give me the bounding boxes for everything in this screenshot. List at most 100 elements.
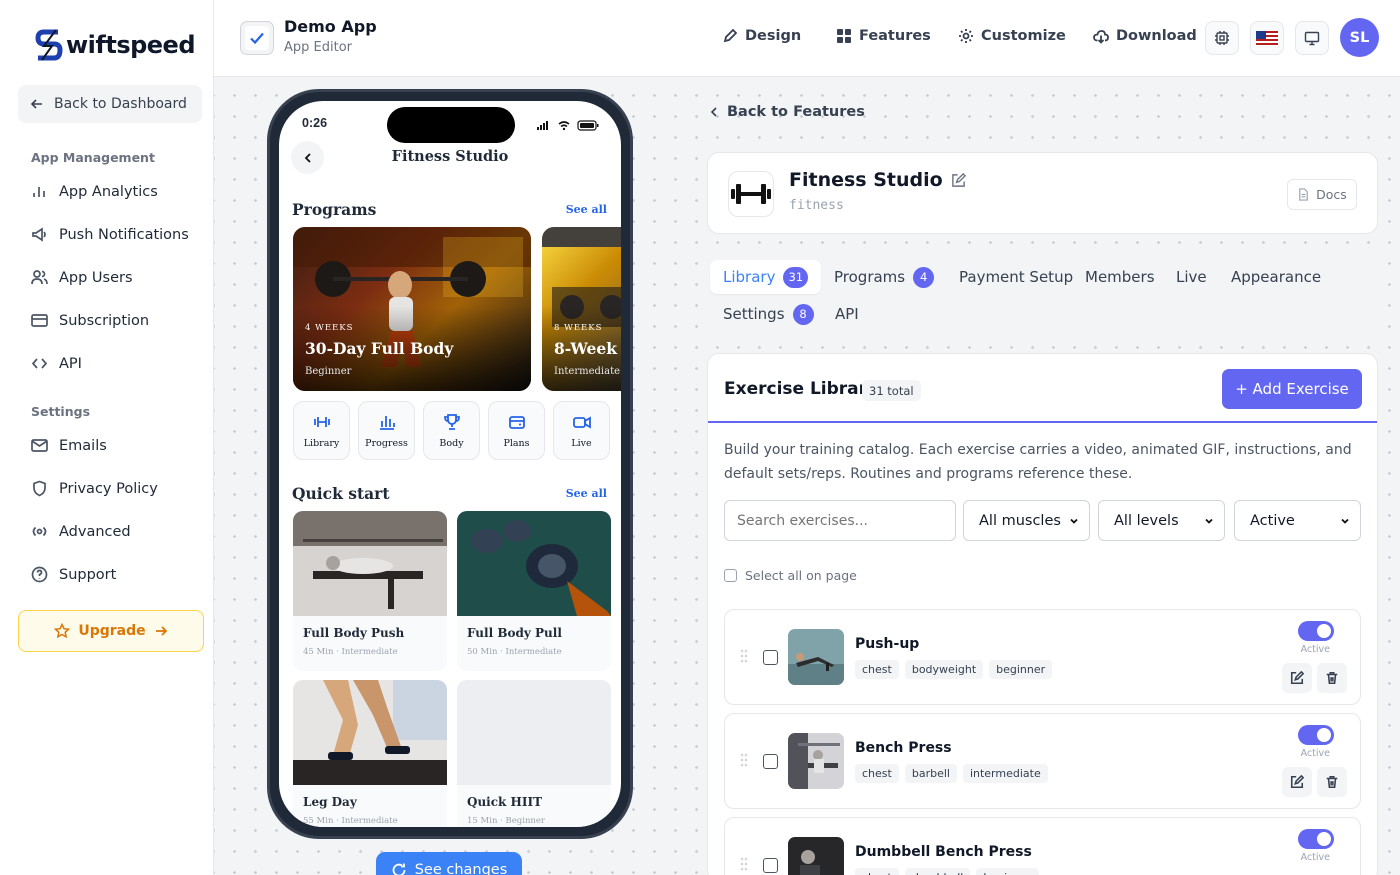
exercise-thumbnail <box>788 733 844 789</box>
active-toggle[interactable] <box>1298 829 1334 849</box>
docs-button[interactable]: Docs <box>1287 179 1357 210</box>
upgrade-button[interactable]: Upgrade <box>18 610 204 652</box>
feature-tabs: Library 31 Programs 4 Payment Setup Memb… <box>707 257 1378 335</box>
exercise-checkbox[interactable] <box>763 858 778 873</box>
app-icon[interactable] <box>240 21 274 55</box>
nav-download[interactable]: Download <box>1093 28 1197 44</box>
trash-icon <box>1326 775 1338 789</box>
shield-icon <box>33 480 46 497</box>
sidebar-item-label: API <box>59 355 82 372</box>
drag-handle-icon[interactable] <box>740 753 748 767</box>
sidebar-item-api[interactable]: API <box>31 355 82 372</box>
add-exercise-button[interactable]: + Add Exercise <box>1222 369 1362 409</box>
delete-exercise-button[interactable] <box>1317 767 1347 797</box>
back-to-dashboard-button[interactable]: Back to Dashboard <box>18 85 202 123</box>
tab-label: Programs <box>834 268 906 286</box>
tile-label: Progress <box>365 438 408 449</box>
sidebar-item-label: Advanced <box>59 523 131 540</box>
status-filter-select[interactable]: Active <box>1234 500 1361 541</box>
active-toggle[interactable] <box>1298 621 1334 641</box>
see-changes-button[interactable]: See changes <box>376 852 522 875</box>
sidebar-item-subscription[interactable]: Subscription <box>31 312 149 329</box>
exercise-name: Dumbbell Bench Press <box>855 844 1032 860</box>
quick-name: Leg Day <box>303 795 357 809</box>
program-card[interactable]: 8 WEEKS 8-Week Pu Intermediate <box>542 227 621 391</box>
program-name: 8-Week Pu <box>554 339 621 358</box>
exercise-thumbnail <box>788 629 844 685</box>
brand-logo[interactable]: wiftspeed <box>34 28 196 62</box>
sidebar-item-privacy-policy[interactable]: Privacy Policy <box>31 480 158 497</box>
tile-label: Library <box>303 438 340 449</box>
program-card[interactable]: 4 WEEKS 30-Day Full Body Beginner <box>293 227 531 391</box>
nav-design[interactable]: Design <box>722 28 801 44</box>
exercise-tags: chest dumbbell beginner <box>855 868 1040 875</box>
drag-handle-icon[interactable] <box>740 857 748 871</box>
help-icon <box>31 566 48 583</box>
tile-live[interactable]: Live <box>553 401 610 460</box>
edit-icon[interactable] <box>951 172 966 188</box>
tile-progress[interactable]: Progress <box>358 401 415 460</box>
select-all-checkbox[interactable]: Select all on page <box>724 568 857 583</box>
search-exercises-input[interactable] <box>724 500 956 541</box>
tab-live[interactable]: Live <box>1176 260 1207 294</box>
tab-programs[interactable]: Programs 4 <box>834 260 935 294</box>
quick-card[interactable]: Full Body Push 45 Min · Intermediate <box>293 511 447 671</box>
muscle-filter-select[interactable]: All muscles <box>963 500 1090 541</box>
quick-meta: 15 Min · Beginner <box>467 816 545 826</box>
tag: chest <box>855 660 899 679</box>
edit-exercise-button[interactable] <box>1282 767 1312 797</box>
sidebar-item-emails[interactable]: Emails <box>31 437 107 454</box>
exercise-checkbox[interactable] <box>763 650 778 665</box>
tag: barbell <box>904 764 957 783</box>
exercise-row: Dumbbell Bench Press chest dumbbell begi… <box>724 817 1361 875</box>
tab-members[interactable]: Members <box>1085 260 1155 294</box>
tab-payment-setup[interactable]: Payment Setup <box>959 260 1073 294</box>
sidebar-item-label: Subscription <box>59 312 150 329</box>
exercise-tags: chest barbell intermediate <box>855 764 1048 783</box>
tile-label: Live <box>571 438 592 449</box>
active-toggle[interactable] <box>1298 725 1334 745</box>
tab-settings[interactable]: Settings 8 <box>723 297 814 331</box>
tab-badge: 4 <box>913 266 935 288</box>
back-to-features-link[interactable]: Back to Features <box>709 104 865 120</box>
sidebar-item-push-notifications[interactable]: Push Notifications <box>31 226 189 243</box>
quick-card[interactable]: Leg Day 55 Min · Intermediate <box>293 680 447 827</box>
logo-mark-icon <box>35 29 63 61</box>
drag-handle-icon[interactable] <box>740 649 748 663</box>
chevron-left-icon <box>710 107 717 117</box>
sidebar-item-app-analytics[interactable]: App Analytics <box>31 183 158 200</box>
preview-device-button[interactable] <box>1295 21 1329 55</box>
dumbbell-icon <box>731 184 771 204</box>
level-filter-select[interactable]: All levels <box>1098 500 1225 541</box>
toggle-label: Active <box>1300 748 1330 759</box>
quick-card[interactable]: Quick HIIT 15 Min · Beginner <box>457 680 611 827</box>
nav-customize[interactable]: Customize <box>958 28 1066 44</box>
ai-chip-button[interactable] <box>1205 21 1239 55</box>
exercise-checkbox[interactable] <box>763 754 778 769</box>
sidebar-item-advanced[interactable]: Advanced <box>31 523 131 540</box>
language-button[interactable] <box>1250 21 1284 55</box>
tab-api[interactable]: API <box>835 297 859 331</box>
tab-appearance[interactable]: Appearance <box>1231 260 1321 294</box>
checkbox[interactable] <box>724 569 737 582</box>
user-avatar[interactable]: SL <box>1340 18 1379 57</box>
tile-plans[interactable]: Plans <box>488 401 545 460</box>
tab-library[interactable]: Library 31 <box>710 260 822 294</box>
edit-exercise-button[interactable] <box>1282 663 1312 693</box>
tile-label: Body <box>439 438 464 449</box>
quick-card[interactable]: Full Body Pull 50 Min · Intermediate <box>457 511 611 671</box>
sidebar-item-app-users[interactable]: App Users <box>31 269 133 286</box>
tile-library[interactable]: Library <box>293 401 350 460</box>
delete-exercise-button[interactable] <box>1317 663 1347 693</box>
programs-see-all-link[interactable]: See all <box>566 203 607 216</box>
mail-icon <box>31 439 48 452</box>
sidebar-item-support[interactable]: Support <box>31 566 116 583</box>
exercise-row: Bench Press chest barbell intermediate A… <box>724 713 1361 809</box>
tile-body[interactable]: Body <box>423 401 480 460</box>
quick-start-see-all-link[interactable]: See all <box>566 487 607 500</box>
programs-heading: Programs <box>292 200 377 219</box>
nav-features[interactable]: Features <box>836 28 931 44</box>
quick-name: Full Body Pull <box>467 626 562 640</box>
exercise-name: Bench Press <box>855 740 952 756</box>
app-name: Demo App <box>284 17 377 36</box>
